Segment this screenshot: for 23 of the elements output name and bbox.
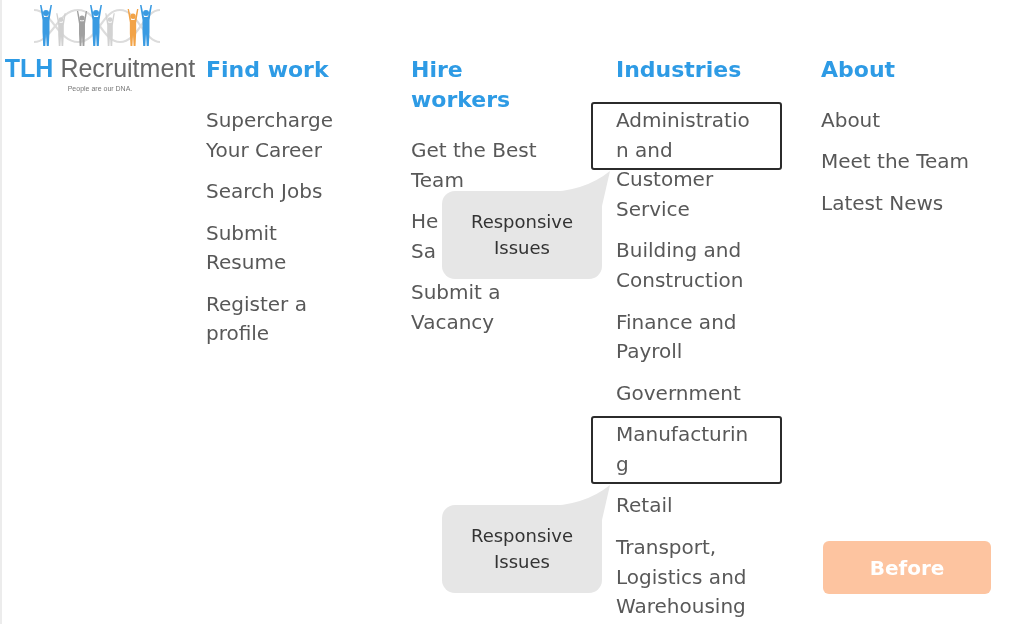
menu-link[interactable]: Search Jobs bbox=[206, 181, 323, 202]
brand-name: TLH Recruitment bbox=[4, 56, 196, 80]
menu-link[interactable]: Finance and Payroll bbox=[616, 311, 737, 362]
menu-link[interactable]: About bbox=[821, 109, 881, 130]
menu-link[interactable]: Government bbox=[616, 382, 741, 403]
menu-heading: About bbox=[821, 56, 896, 84]
menu-link[interactable]: Latest News bbox=[821, 192, 944, 213]
menu-link[interactable]: Retail bbox=[616, 495, 673, 516]
menu-link[interactable]: Administratio n and Customer Service bbox=[616, 109, 750, 219]
menu-link[interactable]: Submit a Vacancy bbox=[411, 282, 501, 332]
menu-heading: Industries bbox=[616, 56, 742, 84]
menu-link[interactable]: Meet the Team bbox=[821, 151, 970, 172]
label-tag: Before bbox=[823, 541, 991, 594]
menu-link[interactable]: Submit Resume bbox=[206, 222, 287, 273]
menu-link[interactable]: Building and Construction bbox=[616, 240, 744, 291]
menu-link[interactable]: He Sa bbox=[411, 211, 439, 261]
menu-heading: Hire workers bbox=[411, 56, 511, 114]
menu-link[interactable]: Transport, Logistics and Warehousing bbox=[616, 536, 747, 617]
menu-link[interactable]: Get the Best Team bbox=[411, 139, 537, 190]
menu-link[interactable]: Register a profile bbox=[206, 293, 307, 344]
menu-heading: Find work bbox=[206, 56, 329, 84]
menu-link[interactable]: Manufacturin g bbox=[616, 424, 749, 474]
menu-link[interactable]: Supercharge Your Career bbox=[206, 109, 333, 160]
